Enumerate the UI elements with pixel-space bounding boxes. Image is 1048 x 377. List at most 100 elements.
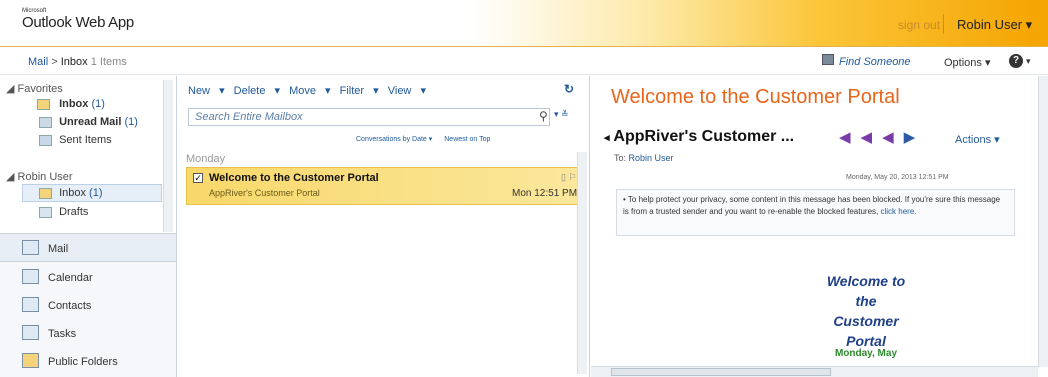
scroll-thumb[interactable] [611, 368, 831, 376]
user-menu[interactable]: Robin User ▾ [957, 17, 1032, 33]
sent-folder-icon [39, 134, 52, 146]
body-line: Welcome to [826, 273, 906, 289]
module-label: Tasks [48, 328, 77, 340]
search-folder-icon [39, 116, 52, 128]
drafts-folder-icon [39, 206, 52, 218]
module-public-folders[interactable]: Public Folders [0, 347, 176, 375]
public-folders-icon [22, 353, 39, 368]
notice-text: To help protect your privacy, some conte… [623, 195, 1001, 216]
message-date: Monday, May 20, 2013 12:51 PM [846, 174, 949, 181]
actions-menu[interactable]: Actions ▾ [955, 133, 1000, 146]
folder-count: (1) [91, 98, 105, 110]
sign-out-link[interactable]: sign out [898, 18, 940, 32]
module-label: Mail [48, 243, 69, 255]
enable-content-link[interactable]: click here. [881, 207, 917, 216]
search-options-icon[interactable]: ▾ ≚ [554, 109, 569, 120]
horizontal-scrollbar[interactable] [591, 366, 1038, 377]
move-label: Move [289, 85, 316, 97]
search-placeholder: Search Entire Mailbox [195, 111, 303, 123]
message-from[interactable]: ◂ AppRiver's Customer ... [604, 128, 794, 146]
message-subject: Welcome to the Customer Portal [209, 172, 379, 184]
message-title: Welcome to the Customer Portal [611, 86, 900, 108]
refresh-icon[interactable]: ↻ [564, 82, 574, 96]
view-menu[interactable]: View ▾ [388, 85, 426, 97]
contacts-icon [22, 297, 39, 312]
user-name: Robin User [957, 17, 1023, 32]
breadcrumb-mail[interactable]: Mail [28, 56, 48, 68]
response-buttons: ◀◀◀▶ [839, 128, 925, 146]
favorite-sent-items[interactable]: Sent Items [39, 134, 112, 146]
list-toolbar: New ▾ Delete ▾ Move ▾ Filter ▾ View ▾ [188, 84, 432, 97]
header-divider [943, 14, 944, 34]
folder-inbox[interactable]: Inbox (1) [22, 184, 162, 202]
search-icon[interactable]: ⚲ [539, 109, 548, 123]
folder-label: Unread Mail [59, 116, 122, 128]
message-list-scrollbar[interactable] [577, 152, 587, 374]
collapse-triangle-icon: ◢ [6, 83, 15, 95]
delete-label: Delete [233, 85, 266, 97]
module-contacts[interactable]: Contacts [0, 291, 176, 319]
message-row[interactable]: ✓ Welcome to the Customer Portal AppRive… [186, 167, 582, 205]
top-bar: Microsoft Outlook Web App sign out Robin… [0, 0, 1048, 47]
app-title: Outlook Web App [22, 14, 134, 31]
address-book-icon[interactable] [822, 54, 834, 65]
new-menu[interactable]: New ▾ [188, 85, 225, 97]
help-dropdown-icon[interactable]: ▾ [1026, 56, 1031, 67]
sort-order-menu[interactable]: Newest on Top [444, 136, 490, 143]
favorite-unread-mail[interactable]: Unread Mail (1) [39, 116, 138, 128]
help-icon[interactable]: ? [1009, 54, 1023, 68]
module-label: Contacts [48, 300, 92, 312]
search-input[interactable]: Search Entire Mailbox ⚲ [188, 108, 550, 126]
collapse-icon: ◂ [604, 132, 610, 144]
blocked-content-notice: • To help protect your privacy, some con… [616, 189, 1015, 236]
recipients: To: Robin User [614, 153, 674, 163]
favorite-inbox[interactable]: Inbox (1) [37, 98, 105, 110]
find-someone-link[interactable]: Find Someone [839, 56, 911, 68]
mailbox-header[interactable]: ◢ Robin User [6, 170, 73, 183]
sender-name: AppRiver's Customer ... [613, 128, 795, 145]
folder-count: (1) [124, 116, 138, 128]
sub-toolbar: Mail > Inbox 1 Items Find Someone Option… [0, 47, 1048, 75]
notice-bullet: • [623, 195, 626, 204]
folder-label: Inbox [59, 98, 89, 110]
folder-icon [39, 187, 52, 199]
group-header: Monday [186, 153, 226, 165]
module-mail[interactable]: Mail [0, 234, 176, 262]
message-sender: AppRiver's Customer Portal [209, 188, 320, 198]
folder-label: Sent Items [59, 134, 112, 146]
collapse-triangle-icon: ◢ [6, 171, 15, 183]
mail-icon [22, 240, 39, 255]
sort-by-label: Conversations by Date [356, 136, 427, 143]
reading-pane-scrollbar[interactable] [1038, 76, 1048, 367]
breadcrumb: Mail > Inbox 1 Items [28, 56, 127, 68]
message-list-pane: New ▾ Delete ▾ Move ▾ Filter ▾ View ▾ ↻ … [178, 76, 590, 377]
reply-icon[interactable]: ◀ [839, 129, 861, 146]
forward-icon[interactable]: ▶ [904, 129, 926, 146]
flag-icon[interactable]: ▯ ⚐ [561, 172, 577, 183]
recipient-name[interactable]: Robin User [629, 153, 674, 163]
sort-by-menu[interactable]: Conversations by Date ▾ [356, 136, 432, 143]
module-tasks[interactable]: Tasks [0, 319, 176, 347]
reply-all-icon[interactable]: ◀◀ [861, 129, 904, 146]
app-logo: Microsoft Outlook Web App [22, 8, 134, 31]
module-calendar[interactable]: Calendar [0, 263, 176, 291]
module-switcher: Mail Calendar Contacts Tasks Public Fold… [0, 233, 176, 377]
folder-scrollbar[interactable] [163, 80, 173, 232]
folder-drafts[interactable]: Drafts [39, 206, 88, 218]
delete-menu[interactable]: Delete ▾ [234, 85, 280, 97]
options-menu[interactable]: Options ▾ [944, 56, 991, 69]
options-label: Options [944, 57, 982, 69]
folder-icon [37, 98, 50, 110]
message-checkbox[interactable]: ✓ [193, 173, 203, 183]
actions-label: Actions [955, 134, 992, 146]
filter-menu[interactable]: Filter ▾ [340, 85, 379, 97]
breadcrumb-separator: > [51, 56, 58, 68]
favorites-header[interactable]: ◢ Favorites [6, 82, 63, 95]
move-menu[interactable]: Move ▾ [289, 85, 330, 97]
folder-count: (1) [89, 187, 103, 199]
body-date: Monday, May [834, 348, 898, 359]
sort-bar: Conversations by Date ▾ Newest on Top [356, 135, 490, 143]
body-line: Customer [833, 313, 899, 329]
module-label: Calendar [48, 272, 93, 284]
filter-label: Filter [339, 85, 365, 97]
